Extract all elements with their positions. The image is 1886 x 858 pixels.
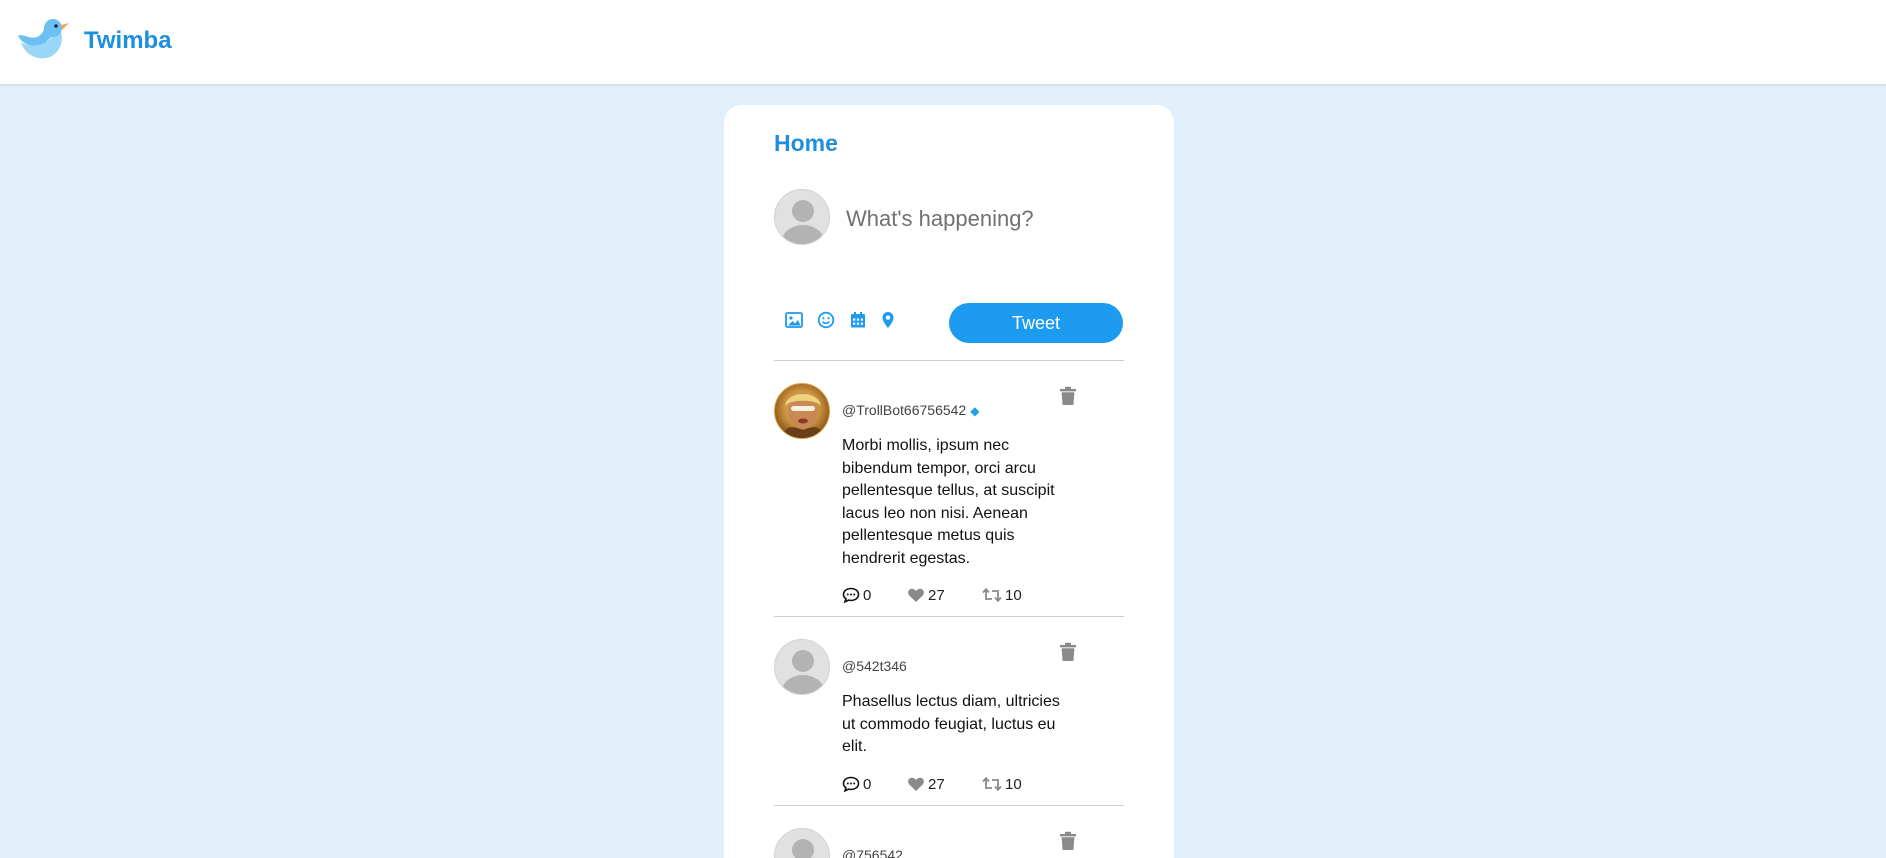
trash-icon[interactable] <box>1059 386 1077 406</box>
emoji-icon[interactable] <box>816 310 836 330</box>
tweet-handle[interactable]: @756542 <box>842 847 903 858</box>
tweet-avatar[interactable] <box>774 639 830 695</box>
tweet-handle[interactable]: @542t346 <box>842 658 907 674</box>
like-action[interactable]: 27 <box>907 587 982 604</box>
tweet-text: Phasellus lectus diam, ultricies ut comm… <box>842 693 1060 755</box>
like-action[interactable]: 27 <box>907 776 982 793</box>
home-feed-card: Home Tweet <box>724 105 1174 858</box>
tweet-actions: 0 27 10 <box>842 585 1022 605</box>
calendar-icon[interactable] <box>848 310 868 330</box>
trash-icon[interactable] <box>1059 831 1077 851</box>
heart-icon <box>908 777 924 791</box>
twimba-bird-logo-icon[interactable] <box>13 15 71 65</box>
tweet-actions: 0 27 10 <box>842 774 1022 794</box>
comment-icon <box>842 776 860 792</box>
image-icon[interactable] <box>784 310 804 330</box>
tweet-text: Morbi mollis, ipsum nec bibendum tempor,… <box>842 437 1055 567</box>
retweet-count: 10 <box>1005 775 1022 793</box>
like-count: 27 <box>928 586 945 604</box>
top-bar: Twimba <box>0 0 1886 85</box>
tweet-handle[interactable]: @TrollBot66756542 ◆ <box>842 402 979 418</box>
tweet-avatar[interactable] <box>774 828 830 858</box>
retweet-icon <box>982 587 1002 603</box>
comment-icon <box>842 587 860 603</box>
tweet-button[interactable]: Tweet <box>949 303 1123 343</box>
divider <box>774 360 1124 361</box>
compose-input[interactable] <box>846 201 1146 237</box>
divider <box>774 805 1124 806</box>
reply-action[interactable]: 0 <box>842 587 907 604</box>
app-name: Twimba <box>84 27 172 54</box>
retweet-icon <box>982 776 1002 792</box>
compose-avatar <box>774 189 830 245</box>
tweet-avatar[interactable] <box>774 383 830 439</box>
page-title: Home <box>774 130 838 156</box>
retweet-action[interactable]: 10 <box>982 587 1022 604</box>
retweet-action[interactable]: 10 <box>982 776 1022 793</box>
heart-icon <box>908 588 924 602</box>
retweet-count: 10 <box>1005 586 1022 604</box>
reply-count: 0 <box>863 775 872 793</box>
divider <box>774 616 1124 617</box>
gem-icon: ◆ <box>970 404 980 418</box>
trash-icon[interactable] <box>1059 642 1077 662</box>
like-count: 27 <box>928 775 945 793</box>
reply-count: 0 <box>863 586 872 604</box>
reply-action[interactable]: 0 <box>842 776 907 793</box>
location-icon[interactable] <box>878 310 898 330</box>
